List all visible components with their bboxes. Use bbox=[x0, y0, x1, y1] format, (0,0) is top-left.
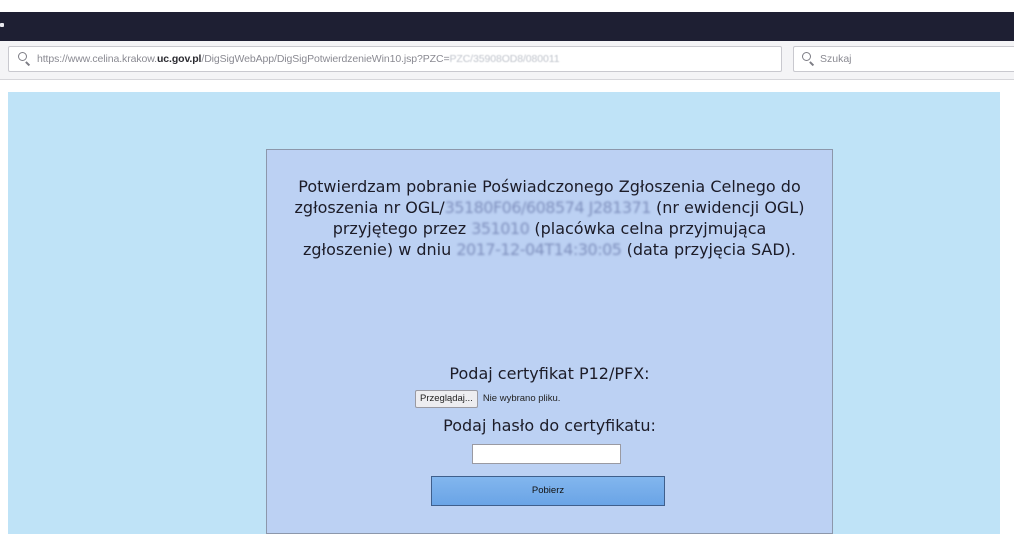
download-button[interactable]: Pobierz bbox=[431, 476, 665, 506]
url-domain: uc.gov.pl bbox=[156, 53, 202, 65]
browse-button[interactable]: Przeglądaj... bbox=[415, 389, 478, 408]
search-box[interactable]: Szukaj bbox=[793, 46, 1014, 72]
bookmarks-strip bbox=[0, 80, 1014, 92]
search-icon bbox=[18, 52, 27, 61]
confirmation-panel: Potwierdzam pobranie Poświadczonego Zgło… bbox=[266, 149, 833, 534]
certificate-file-input: Przeglądaj... Nie wybrano pliku. bbox=[415, 388, 560, 408]
page-content: Potwierdzam pobranie Poświadczonego Zgło… bbox=[8, 92, 1000, 534]
confirmation-message: Potwierdzam pobranie Poświadczonego Zgło… bbox=[287, 176, 812, 260]
message-text: (data przyjęcia SAD). bbox=[621, 240, 797, 259]
search-placeholder: Szukaj bbox=[820, 53, 852, 65]
password-label: Podaj hasło do certyfikatu: bbox=[443, 416, 656, 435]
url-path: /DigSigWebApp/DigSigPotwierdzenieWin10.j… bbox=[201, 53, 450, 65]
file-status: Nie wybrano pliku. bbox=[482, 393, 561, 404]
address-bar[interactable]: https://www.celina.krakow.uc.gov.pl/DigS… bbox=[8, 46, 782, 72]
window-control-icon[interactable] bbox=[0, 23, 4, 27]
certificate-label: Podaj certyfikat P12/PFX: bbox=[449, 364, 650, 383]
acceptance-date: 2017-12-04T14:30:05 bbox=[456, 240, 622, 259]
browser-titlebar bbox=[0, 12, 1014, 41]
url-obscured: PZC/35908OD8/080011 bbox=[449, 53, 560, 65]
customs-office-code: 351010 bbox=[471, 219, 530, 238]
declaration-number: 35180F06/608574 J281371 bbox=[444, 198, 652, 217]
url-text: https://www.celina.krakow.uc.gov.pl/DigS… bbox=[37, 53, 560, 65]
password-field[interactable] bbox=[472, 444, 621, 464]
url-prefix: https://www.celina.krakow. bbox=[37, 53, 157, 65]
search-icon bbox=[802, 52, 811, 61]
browser-toolbar: https://www.celina.krakow.uc.gov.pl/DigS… bbox=[0, 41, 1014, 80]
